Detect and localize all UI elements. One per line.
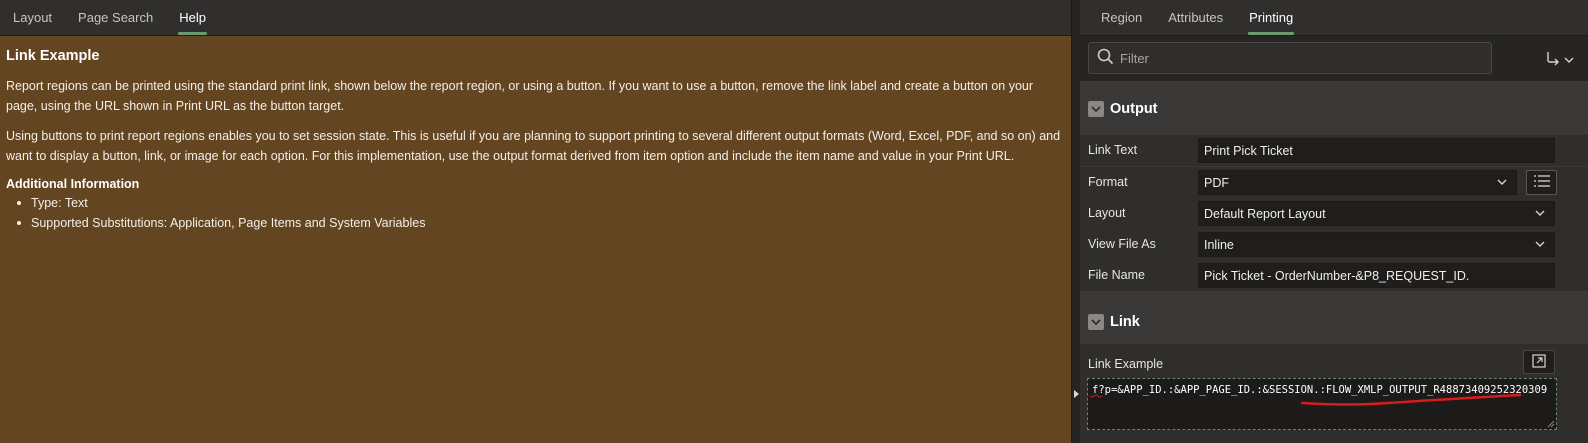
output-section-title: Output	[1110, 101, 1158, 117]
property-editor: Region Attributes Printing Output Link T…	[1080, 0, 1588, 443]
annotation-underline	[1089, 393, 1522, 406]
property-row-link-example: Link Example f?p=&APP_ID.:&APP_PAGE_ID.:…	[1080, 344, 1588, 443]
chevron-down-icon	[1564, 52, 1574, 67]
property-label: Layout	[1088, 206, 1126, 220]
collapse-icon[interactable]	[1088, 101, 1104, 117]
goto-group-button[interactable]	[1542, 48, 1576, 70]
link-text-field[interactable]: Print Pick Ticket	[1198, 138, 1555, 163]
property-row-file-name: File Name Pick Ticket - OrderNumber-&P8_…	[1080, 260, 1588, 291]
goto-arrow-icon	[1545, 50, 1561, 69]
property-row-link-text: Link Text Print Pick Ticket	[1080, 135, 1588, 166]
property-label: View File As	[1088, 237, 1156, 251]
tab-layout[interactable]: Layout	[0, 0, 65, 35]
field-value: Pick Ticket - OrderNumber-&P8_REQUEST_ID…	[1204, 268, 1470, 283]
additional-info-list: Type: Text Supported Substitutions: Appl…	[6, 193, 1065, 233]
property-row-view-file-as: View File As Inline	[1080, 229, 1588, 260]
property-label: Link Text	[1088, 143, 1138, 157]
list-icon	[1533, 174, 1551, 191]
property-row-format: Format PDF	[1080, 167, 1588, 198]
layout-select[interactable]: Default Report Layout	[1198, 201, 1555, 226]
field-value: Default Report Layout	[1204, 206, 1326, 221]
resize-grip-icon[interactable]	[1547, 420, 1555, 428]
filter-input[interactable]	[1120, 50, 1480, 66]
collapse-icon[interactable]	[1088, 314, 1104, 330]
left-tab-bar: Layout Page Search Help	[0, 0, 1071, 36]
property-label: File Name	[1088, 268, 1145, 282]
format-select[interactable]: PDF	[1198, 170, 1517, 195]
open-dialog-button[interactable]	[1523, 350, 1555, 374]
search-box[interactable]	[1088, 42, 1492, 74]
link-example-textarea[interactable]: f?p=&APP_ID.:&APP_PAGE_ID.:&SESSION.:FLO…	[1087, 378, 1557, 430]
tab-help[interactable]: Help	[166, 0, 219, 35]
field-value: Inline	[1204, 237, 1234, 252]
tab-attributes[interactable]: Attributes	[1155, 0, 1236, 35]
right-tab-bar: Region Attributes Printing	[1080, 0, 1588, 36]
help-title: Link Example	[6, 48, 100, 64]
help-paragraph-1: Report regions can be printed using the …	[6, 79, 1034, 113]
tab-page-search[interactable]: Page Search	[65, 0, 166, 35]
output-section-header[interactable]: Output	[1080, 87, 1588, 131]
expand-arrow-icon[interactable]	[1074, 390, 1079, 398]
chevron-down-icon	[1534, 207, 1546, 222]
list-values-button[interactable]	[1526, 170, 1557, 195]
additional-info-heading: Additional Information	[6, 177, 140, 191]
link-section-header[interactable]: Link	[1080, 300, 1588, 344]
search-icon	[1097, 48, 1114, 68]
field-value: PDF	[1204, 175, 1229, 190]
left-pane: Layout Page Search Help Link Example Rep…	[0, 0, 1071, 443]
pane-splitter[interactable]	[1071, 0, 1080, 443]
tab-printing[interactable]: Printing	[1236, 0, 1306, 35]
tab-region[interactable]: Region	[1088, 0, 1155, 35]
property-row-layout: Layout Default Report Layout	[1080, 198, 1588, 229]
filter-bar	[1080, 36, 1588, 81]
list-item: Supported Substitutions: Application, Pa…	[17, 213, 1065, 233]
chevron-down-icon	[1496, 176, 1508, 191]
field-value: Print Pick Ticket	[1204, 143, 1293, 158]
help-panel: Link Example Report regions can be print…	[0, 36, 1071, 443]
file-name-field[interactable]: Pick Ticket - OrderNumber-&P8_REQUEST_ID…	[1198, 263, 1555, 288]
link-section-title: Link	[1110, 314, 1140, 330]
help-paragraph-2: Using buttons to print report regions en…	[6, 129, 1061, 163]
open-dialog-icon	[1532, 353, 1546, 371]
property-label: Link Example	[1088, 357, 1164, 371]
property-label: Format	[1088, 175, 1128, 189]
list-item: Type: Text	[17, 193, 1065, 213]
chevron-down-icon	[1534, 238, 1546, 253]
view-file-as-select[interactable]: Inline	[1198, 232, 1555, 257]
